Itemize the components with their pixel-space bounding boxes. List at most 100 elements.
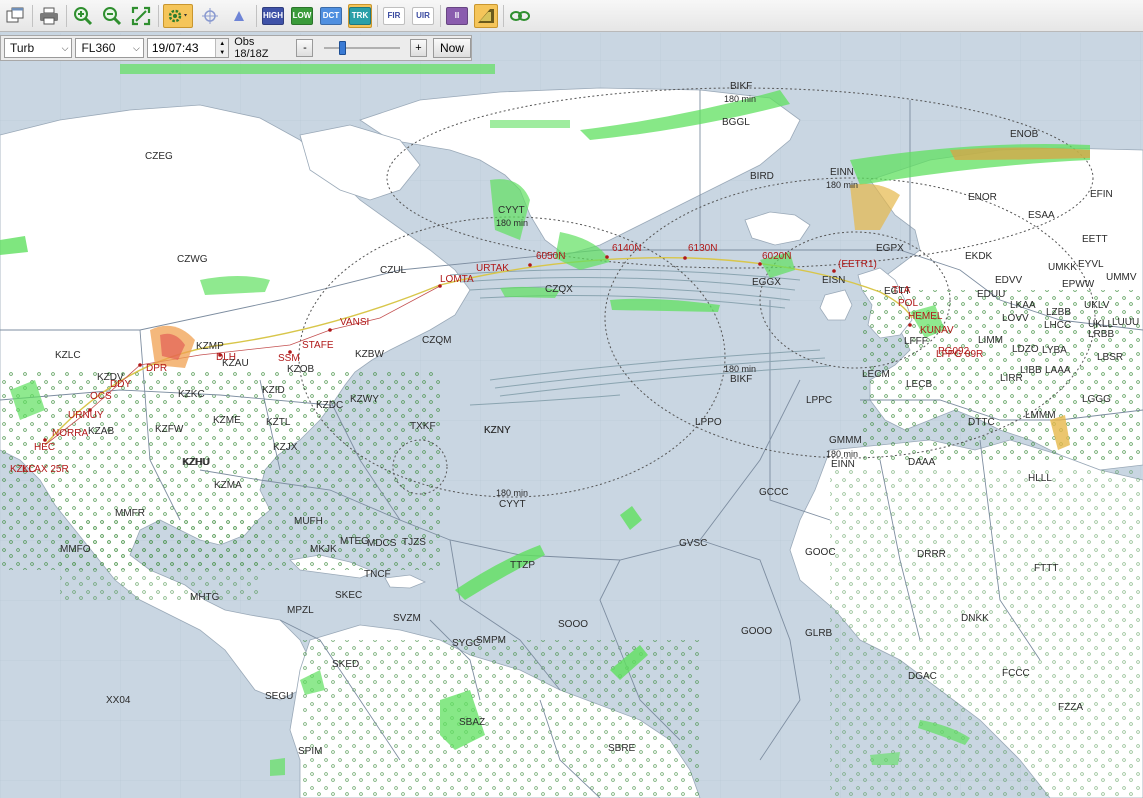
- toolbar-separator: [158, 4, 159, 27]
- tag-fir-label: FIR: [383, 6, 405, 25]
- fir-label: CZEG: [145, 151, 173, 162]
- toolbar-separator: [66, 4, 67, 27]
- time-spinner[interactable]: ▲ ▼: [215, 39, 229, 57]
- fir-label: UMMV: [1106, 272, 1137, 283]
- fir-label: KZID: [262, 385, 285, 396]
- triangle-icon[interactable]: [227, 4, 251, 28]
- level-select-value: FL360: [81, 41, 116, 55]
- fir-label: EYVL: [1078, 259, 1104, 270]
- tag-low-label: LOW: [291, 6, 313, 25]
- slider-thumb[interactable]: [339, 41, 347, 55]
- settings-gear-icon[interactable]: [163, 3, 193, 28]
- fir-label: UMKK: [1048, 262, 1077, 273]
- time-slider[interactable]: [324, 39, 400, 57]
- fir-label: SKEC: [335, 590, 363, 601]
- tag-dct-label: DCT: [320, 6, 342, 25]
- fir-label: MMFR: [115, 508, 145, 519]
- range-label: BIKF: [730, 81, 753, 92]
- fir-label: KZDC: [316, 400, 344, 411]
- route-waypoint-label: HEC: [34, 442, 56, 453]
- range-label: 180 min: [496, 488, 529, 498]
- fir-label: GOOO: [741, 626, 773, 637]
- zoom-in-icon[interactable]: [71, 4, 95, 28]
- fir-label: KZFW: [155, 424, 184, 435]
- fir-label: TNCF: [364, 569, 391, 580]
- fir-label: SVZM: [393, 613, 421, 624]
- tag-dct-button[interactable]: DCT: [319, 4, 343, 28]
- range-label: CYYT: [498, 205, 525, 216]
- fir-label: LYBA: [1042, 345, 1067, 356]
- layer-select[interactable]: Turb ⌵: [4, 38, 73, 58]
- tag-high-button[interactable]: HIGH: [261, 4, 285, 28]
- print-icon[interactable]: [37, 4, 61, 28]
- fir-label: EDUU: [977, 289, 1006, 300]
- fir-label: ESAA: [1028, 210, 1055, 221]
- window-icon[interactable]: [3, 4, 27, 28]
- fir-label: FZZA: [1058, 702, 1083, 713]
- fir-label: SBRE: [608, 743, 636, 754]
- fir-label: SMPM: [476, 635, 506, 646]
- fir-label: EGGX: [752, 277, 781, 288]
- tag-trk-label: TRK: [349, 6, 371, 25]
- spin-up-icon[interactable]: ▲: [219, 41, 225, 47]
- now-button[interactable]: Now: [432, 38, 471, 58]
- fir-label: KZMA: [214, 480, 242, 491]
- fir-label: CZUL: [380, 265, 407, 276]
- fir-label: UKLV: [1084, 300, 1110, 311]
- fir-label: SYGC: [452, 638, 481, 649]
- fir-label: LPPC: [806, 395, 833, 406]
- time-plus-button[interactable]: +: [409, 39, 427, 57]
- fir-label: LMMM: [1025, 410, 1056, 421]
- tag-low-button[interactable]: LOW: [290, 4, 314, 28]
- fir-label: GLRB: [805, 628, 833, 639]
- fir-label: LRBB: [1088, 329, 1115, 340]
- fir-label: KZMP: [196, 341, 224, 352]
- route-waypoint-label: URTAK: [476, 263, 509, 274]
- fir-label: MTEG: [340, 536, 369, 547]
- time-input[interactable]: 19/07:43 ▲ ▼: [146, 38, 230, 58]
- time-minus-button[interactable]: -: [296, 39, 314, 57]
- fir-label: LECB: [906, 379, 933, 390]
- fir-label: LZBB: [1046, 307, 1072, 318]
- tag-trk-button[interactable]: TRK: [348, 3, 372, 28]
- fir-label: FCCC: [1002, 668, 1030, 679]
- route-waypoint-label: LOMTA: [440, 274, 474, 285]
- tag-uir-button[interactable]: UIR: [411, 4, 435, 28]
- fir-label: LGGG: [1082, 394, 1111, 405]
- spin-down-icon[interactable]: ▼: [219, 50, 225, 56]
- route-waypoint-label: STAFE: [302, 340, 334, 351]
- zoom-out-icon[interactable]: [100, 4, 124, 28]
- tag-ii-button[interactable]: II: [445, 4, 469, 28]
- chevron-down-icon: ⌵: [61, 42, 69, 53]
- fir-label: MHTG: [190, 592, 220, 603]
- range-label: BIKF: [730, 374, 753, 385]
- fir-label: MUFH: [294, 516, 323, 527]
- fir-label: LIMM: [978, 335, 1003, 346]
- fir-label: MMFO: [60, 544, 91, 555]
- fir-label: SPIM: [298, 746, 323, 757]
- link-icon[interactable]: [508, 4, 532, 28]
- obs-label: Obs 18/18Z: [234, 36, 269, 60]
- route-waypoint-label: SSM: [278, 353, 300, 364]
- fir-label: TXKF: [410, 421, 436, 432]
- fit-view-icon[interactable]: [129, 4, 153, 28]
- weather-filter-bar: Turb ⌵ FL360 ⌵ 19/07:43 ▲ ▼ Obs 18/18Z - …: [0, 35, 472, 61]
- fir-label: LOVV: [1002, 313, 1029, 324]
- level-select[interactable]: FL360 ⌵: [75, 38, 144, 58]
- route-waypoint-label: URNUY: [68, 410, 104, 421]
- tag-fir-button[interactable]: FIR: [382, 4, 406, 28]
- chevron-down-icon: ⌵: [133, 42, 140, 53]
- fir-label: LAAA: [1045, 365, 1071, 376]
- layer-select-value: Turb: [10, 41, 35, 55]
- toolbar-separator: [440, 4, 441, 27]
- fir-label: LIRR: [1000, 373, 1023, 384]
- weather-layer-icon[interactable]: [474, 3, 498, 28]
- route-waypoint-label: DDY: [110, 379, 132, 390]
- map-view[interactable]: BIKF 180 min EINN 180 min CYYT 180 min 1…: [0, 33, 1143, 798]
- crosshair-icon[interactable]: [198, 4, 222, 28]
- fir-label: DGAC: [908, 671, 937, 682]
- fir-label: TJZS: [402, 537, 426, 548]
- fir-label: BIRD: [750, 171, 774, 182]
- route-waypoint-label: 6050N: [536, 251, 566, 262]
- route-waypoint-label: HEMEL: [908, 311, 943, 322]
